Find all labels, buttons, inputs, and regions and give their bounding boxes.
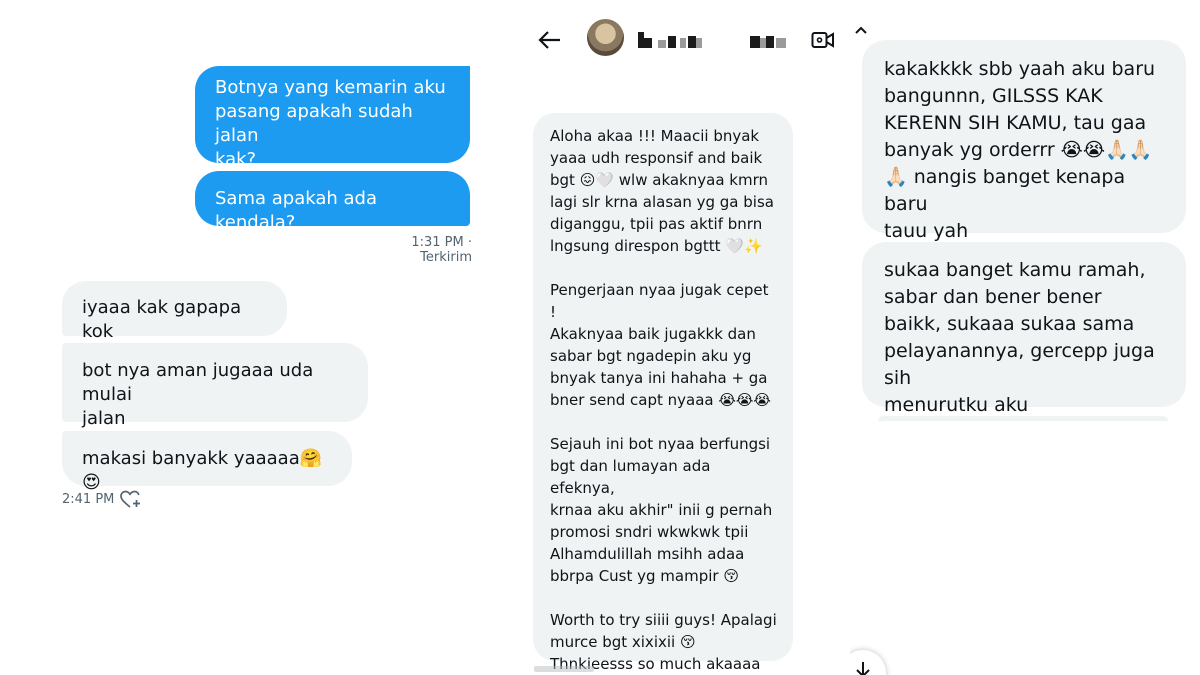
video-camera-icon[interactable]: [811, 31, 835, 49]
right-chat-panel: kakakkkk sbb yaah aku baru bangunnn, GIL…: [850, 0, 1200, 675]
received-message-a[interactable]: kakakkkk sbb yaah aku baru bangunnn, GIL…: [862, 40, 1186, 242]
scroll-down-button[interactable]: [850, 650, 886, 675]
sent-message-1[interactable]: Botnya yang kemarin aku pasang apakah su…: [195, 66, 470, 170]
chat-header: [520, 0, 850, 78]
next-message-cutoff: [878, 416, 1168, 421]
back-arrow-icon[interactable]: [538, 30, 562, 50]
chevron-up-icon[interactable]: [854, 25, 868, 35]
sent-message-2[interactable]: Sama apakah ada kendala?: [195, 171, 470, 233]
message-meta-cutoff: [534, 666, 594, 672]
scroll-down-icon: [856, 662, 870, 675]
avatar[interactable]: [587, 19, 624, 56]
received-timestamp: 2:41 PM: [62, 492, 115, 507]
received-message-3[interactable]: makasi banyakk yaaaaa🤗😍: [62, 431, 352, 493]
blurred-username: [638, 30, 803, 50]
heart-plus-icon[interactable]: [120, 490, 142, 510]
received-message-2[interactable]: bot nya aman jugaaa uda mulai jalan: [62, 343, 368, 429]
received-message-1[interactable]: iyaaa kak gapapa kok: [62, 281, 287, 342]
middle-chat-panel: Aloha akaa !!! Maacii bnyak yaaa udh res…: [520, 0, 850, 675]
long-received-message[interactable]: Aloha akaa !!! Maacii bnyak yaaa udh res…: [533, 113, 793, 673]
received-message-b[interactable]: sukaa banget kamu ramah, sabar dan bener…: [862, 242, 1186, 416]
left-chat-panel: Botnya yang kemarin aku pasang apakah su…: [0, 0, 505, 675]
sent-timestamp: 1:31 PM · Terkirim: [411, 235, 472, 265]
